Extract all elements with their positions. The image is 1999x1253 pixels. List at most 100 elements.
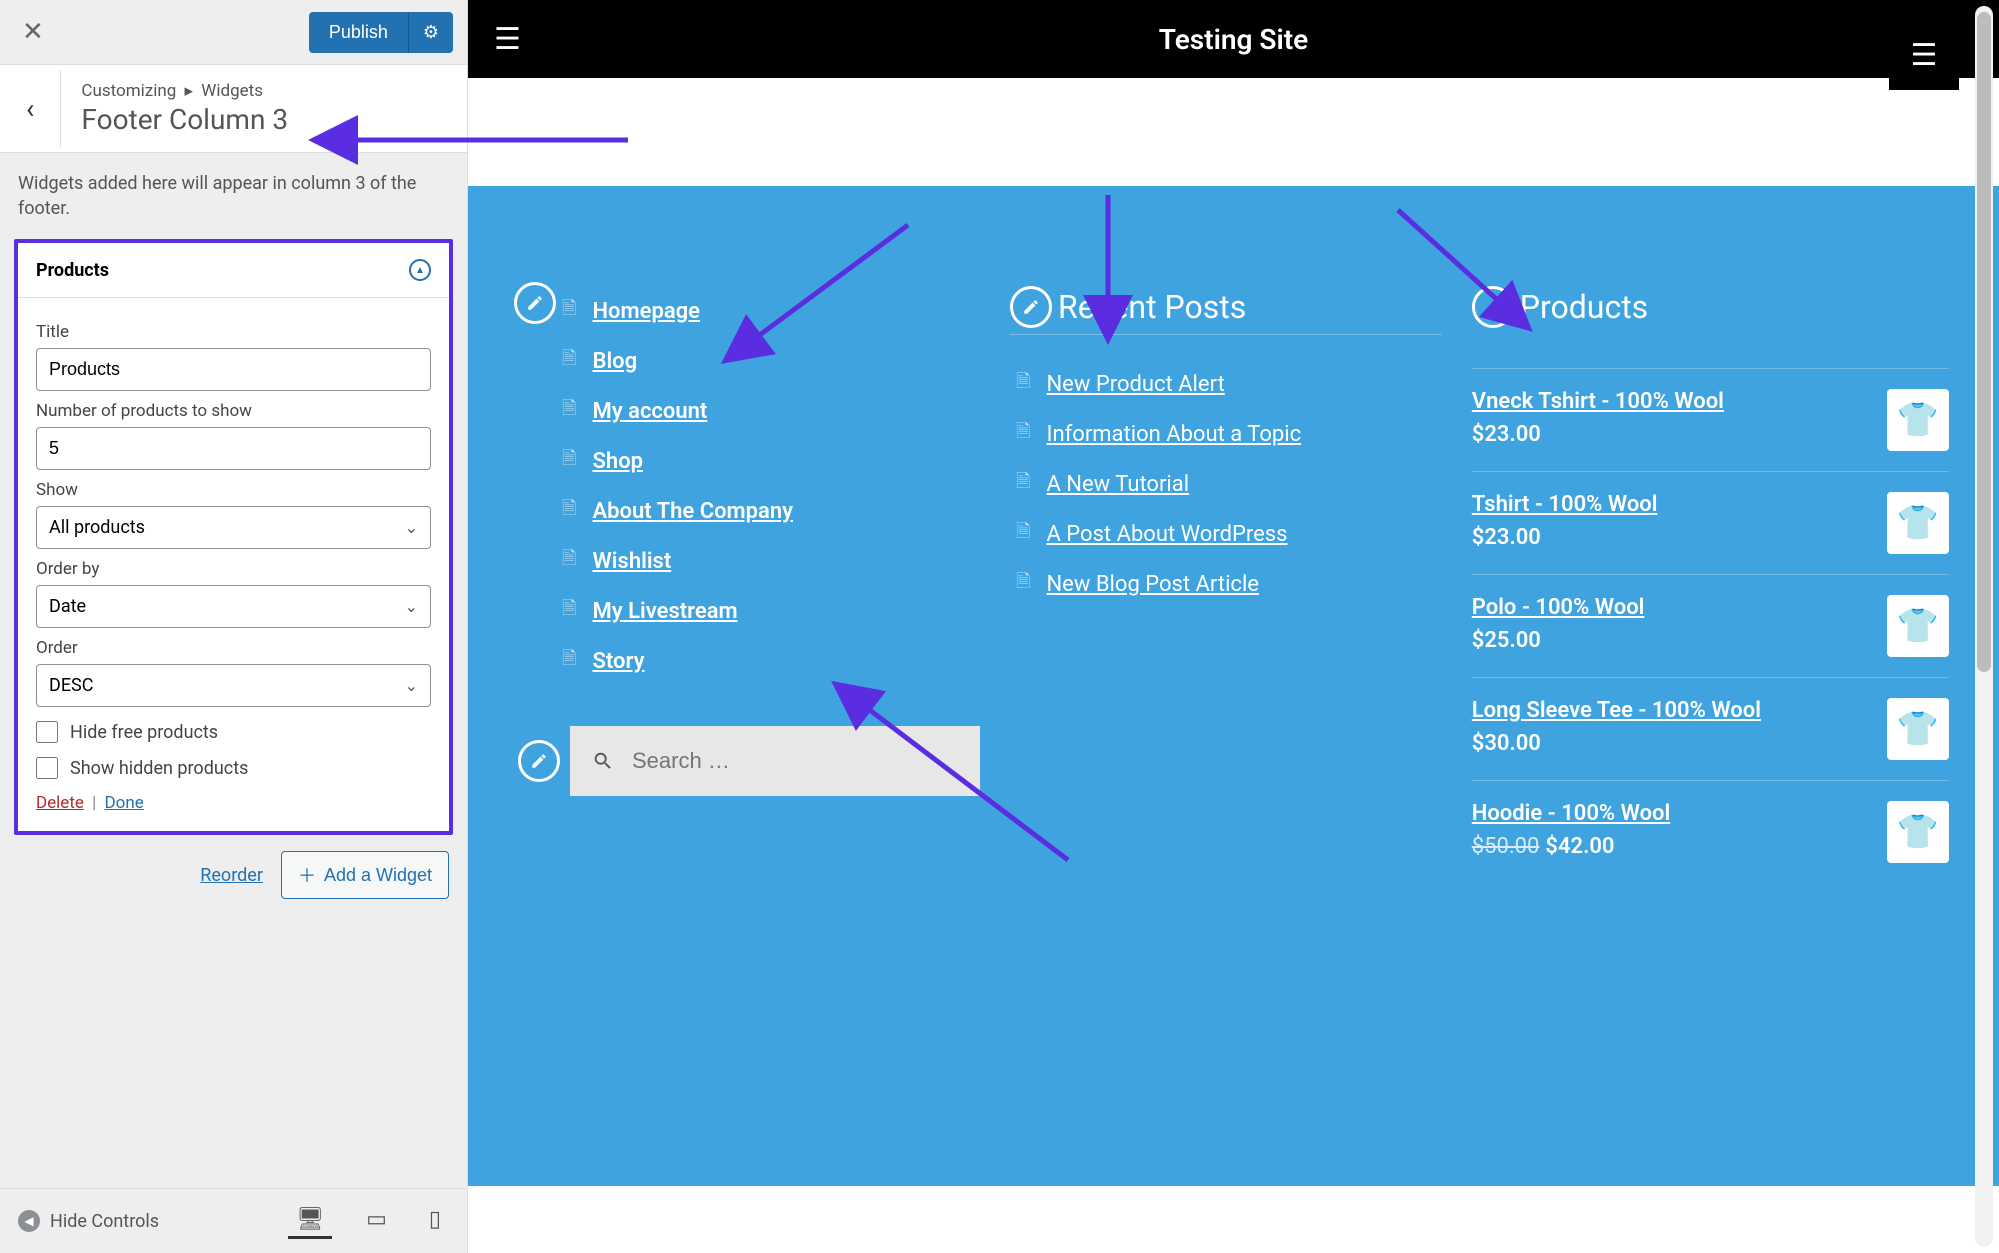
breadcrumb: Customizing ▸ Widgets Footer Column 3 [61,65,308,152]
widget-heading-products: Products [1520,288,1648,326]
breadcrumb-root: Customizing [81,81,176,101]
publish-button[interactable]: Publish [309,12,408,53]
nav-link[interactable]: My account [592,399,707,424]
search-input[interactable] [632,748,958,774]
edit-widget-button[interactable] [518,740,560,782]
tablet-icon[interactable]: ▭ [358,1203,395,1239]
widget-card-products: Products ▲ Title Number of products to s… [14,239,453,835]
list-item: 🗎 Shop [562,436,980,486]
nav-link[interactable]: Wishlist [592,549,671,574]
orderby-value: Date [49,596,86,617]
publish-settings-button[interactable]: ⚙ [408,12,453,53]
pencil-icon [1484,298,1502,316]
list-item: 🗎 Information About a Topic [1016,409,1442,459]
done-link[interactable]: Done [105,793,144,813]
post-link[interactable]: Information About a Topic [1046,422,1301,447]
product-link[interactable]: Tshirt - 100% Wool [1472,492,1658,517]
widget-name: Products [36,260,109,281]
product-info: Hoodie - 100% Wool $50.00$42.00 [1472,801,1670,859]
edit-widget-button[interactable] [1472,286,1514,328]
add-widget-button[interactable]: ＋ Add a Widget [281,851,449,899]
nav-link[interactable]: Story [592,649,644,674]
post-link[interactable]: New Product Alert [1046,372,1224,397]
order-select[interactable]: DESC ⌄ [36,664,431,707]
nav-link[interactable]: Shop [592,449,643,474]
document-icon: 🗎 [1016,419,1030,449]
document-icon: 🗎 [562,446,576,476]
show-hidden-checkbox[interactable] [36,757,58,779]
customizer-footer: ◀ Hide Controls 🖥 ▭ ▯ [0,1188,467,1253]
post-link[interactable]: A Post About WordPress [1046,522,1287,547]
close-icon[interactable]: ✕ [14,9,52,55]
nav-link[interactable]: About The Company [592,499,793,524]
nav-link[interactable]: My Livestream [592,599,737,624]
delete-link[interactable]: Delete [36,793,84,813]
list-item: 🗎My Livestream [562,586,980,636]
site-title: Testing Site [1159,23,1308,56]
list-item: 🗎New Blog Post Article [1016,559,1442,609]
show-select[interactable]: All products ⌄ [36,506,431,549]
breadcrumb-row: ‹ Customizing ▸ Widgets Footer Column 3 [0,64,467,153]
hide-free-checkbox[interactable] [36,721,58,743]
orderby-label: Order by [36,559,431,579]
hide-controls-label: Hide Controls [50,1211,159,1232]
post-link[interactable]: New Blog Post Article [1046,572,1258,597]
hide-controls-button[interactable]: ◀ Hide Controls [18,1210,159,1232]
edit-widget-button[interactable] [514,282,556,324]
chevron-right-icon: ▸ [185,81,194,101]
edit-widget-button[interactable] [1010,286,1052,328]
nav-link[interactable]: Blog [592,349,637,374]
scrollbar-track[interactable] [1975,6,1993,1247]
product-item: Tshirt - 100% Wool$23.00 👕 [1472,471,1949,574]
device-preview-toggle: 🖥 ▭ ▯ [288,1203,449,1239]
footer-preview: 🗎Homepage🗎Blog🗎My account🗎Shop🗎About The… [468,186,1999,1186]
scrollbar-thumb[interactable] [1977,12,1991,672]
pencil-icon [1022,298,1040,316]
widget-area-actions: Reorder ＋ Add a Widget [0,835,467,915]
reorder-link[interactable]: Reorder [200,865,263,886]
search-box [570,726,980,796]
product-info: Tshirt - 100% Wool$23.00 [1472,492,1658,550]
product-link[interactable]: Vneck Tshirt - 100% Wool [1472,389,1724,414]
post-link[interactable]: A New Tutorial [1046,472,1189,497]
document-icon: 🗎 [562,646,576,676]
list-item: 🗎A Post About WordPress [1016,509,1442,559]
preview-topbar: ☰ Testing Site [468,0,1999,78]
product-thumbnail: 👕 [1887,389,1949,451]
widget-heading-recent-posts: Recent Posts [1058,288,1246,326]
search-icon [592,750,614,772]
menu-overlay-button[interactable]: ☰ [1889,20,1959,90]
product-thumbnail: 👕 [1887,698,1949,760]
product-item: Hoodie - 100% Wool$50.00$42.00👕 [1472,780,1949,883]
show-value: All products [49,517,145,538]
product-link[interactable]: Long Sleeve Tee - 100% Wool [1472,698,1761,723]
document-icon: 🗎 [562,346,576,376]
publish-group: Publish ⚙ [309,12,453,53]
product-thumbnail: 👕 [1887,492,1949,554]
pipe-separator: | [92,793,96,813]
pencil-icon [530,752,548,770]
count-input[interactable] [36,427,431,470]
product-price: $23.00 [1472,422,1724,447]
orderby-select[interactable]: Date ⌄ [36,585,431,628]
list-item: 🗎About The Company [562,486,980,536]
product-link[interactable]: Hoodie - 100% Wool [1472,801,1670,826]
desktop-icon[interactable]: 🖥 [288,1203,332,1239]
collapse-icon[interactable]: ▲ [409,259,431,281]
mobile-icon[interactable]: ▯ [421,1203,449,1239]
hamburger-icon: ☰ [1911,38,1938,73]
product-link[interactable]: Polo - 100% Wool [1472,595,1645,620]
back-button[interactable]: ‹ [0,70,61,147]
add-widget-label: Add a Widget [324,865,432,886]
list-item: 🗎My account [562,386,980,436]
list-item: 🗎 New Product Alert [1016,359,1442,409]
product-price: $50.00$42.00 [1472,834,1670,859]
widget-header[interactable]: Products ▲ [18,243,449,298]
order-label: Order [36,638,431,658]
nav-link[interactable]: Homepage [592,299,700,324]
order-value: DESC [49,675,93,696]
menu-icon[interactable]: ☰ [468,22,547,57]
collapse-left-icon: ◀ [18,1210,40,1232]
document-icon: 🗎 [1016,369,1030,399]
title-input[interactable] [36,348,431,391]
